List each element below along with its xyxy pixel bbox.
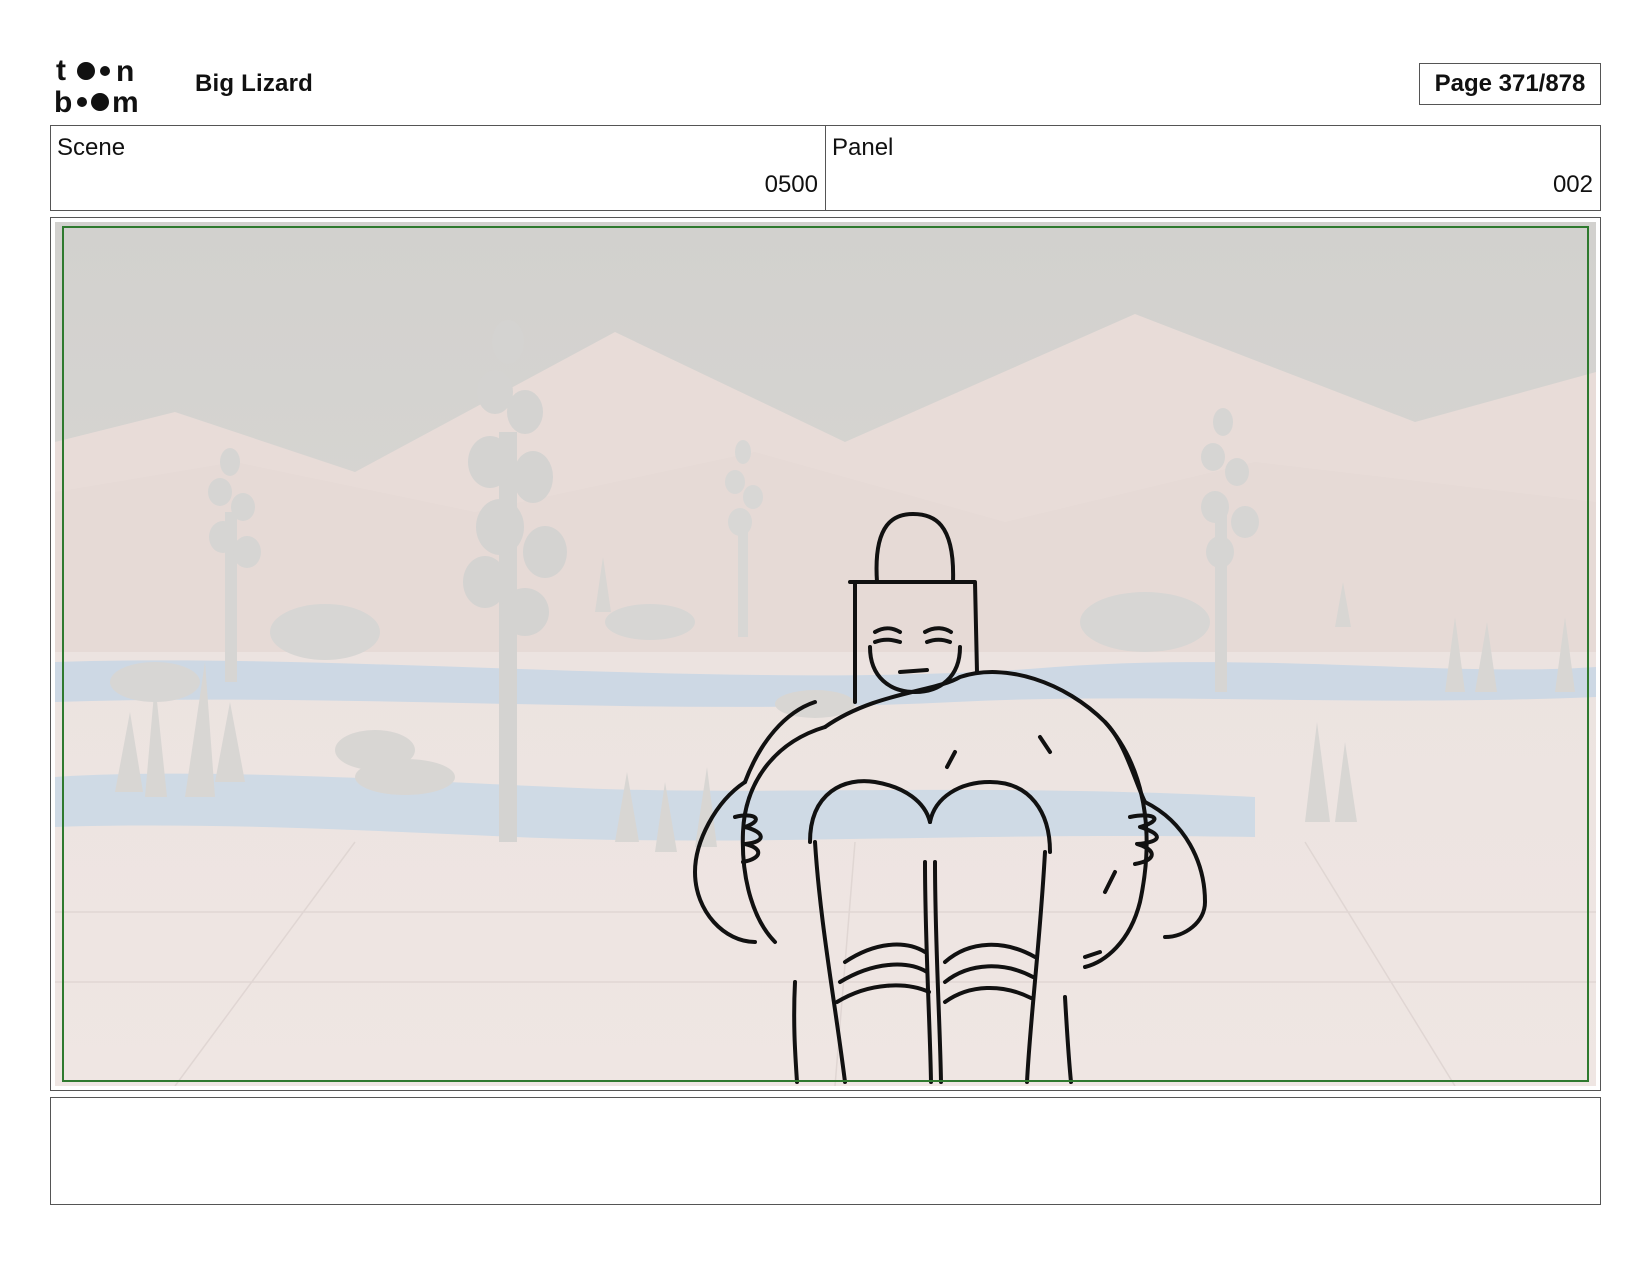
panel-notes-box[interactable] xyxy=(50,1097,1601,1205)
toon-boom-logo: t n b m xyxy=(54,54,172,119)
scene-panel-info: Scene 0500 Panel 002 xyxy=(50,125,1601,211)
panel-drawing xyxy=(55,222,1596,1086)
panel-cell: Panel 002 xyxy=(825,126,1600,210)
storyboard-panel xyxy=(50,217,1601,1091)
scene-number: 0500 xyxy=(764,171,818,198)
panel-number: 002 xyxy=(1552,171,1593,198)
page-counter: Page 371/878 xyxy=(1419,63,1601,105)
project-title: Big Lizard xyxy=(195,70,314,97)
panel-label: Panel xyxy=(832,134,894,161)
svg-text:m: m xyxy=(112,86,139,116)
scene-cell: Scene 0500 xyxy=(51,126,825,210)
svg-text:n: n xyxy=(116,55,134,88)
svg-text:b: b xyxy=(54,86,72,116)
panel-notes-text xyxy=(51,1098,1600,1118)
scene-label: Scene xyxy=(57,134,126,161)
svg-text:t: t xyxy=(56,54,66,87)
